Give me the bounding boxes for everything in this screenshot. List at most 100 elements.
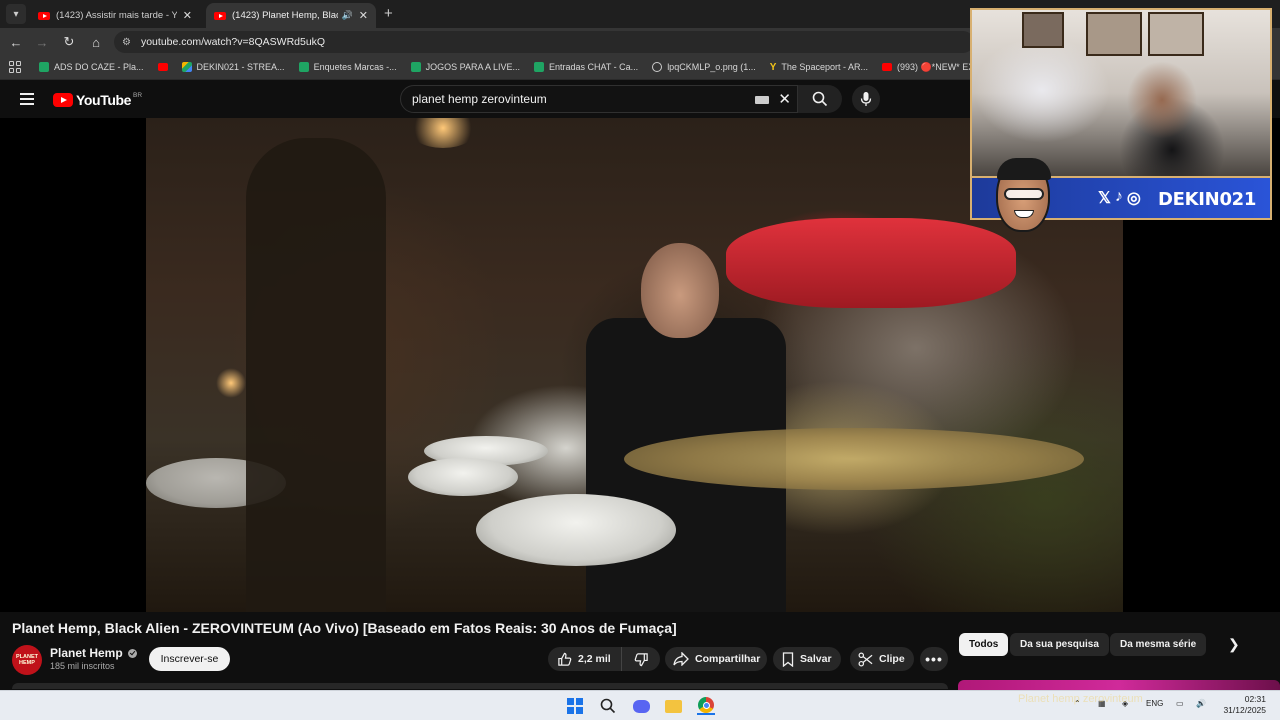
channel-name: Planet Hemp (50, 646, 123, 660)
glasses (1004, 188, 1044, 200)
dislike-button[interactable] (622, 647, 660, 671)
sheets-icon (39, 62, 49, 72)
thumbs-down-icon (634, 652, 648, 666)
verified-icon (127, 648, 137, 658)
region-code: BR (133, 92, 143, 99)
like-button[interactable]: 2,2 mil (548, 647, 622, 671)
url-bar[interactable]: ⚙ youtube.com/watch?v=8QASWRd5ukQ (114, 31, 974, 53)
chip-same-series[interactable]: Da mesma série (1110, 633, 1207, 656)
bookmark-item[interactable]: Entradas CHAT - Ca... (533, 62, 638, 72)
tab-title: (1423) Assistir mais tarde - You (56, 10, 177, 21)
bookmark-item[interactable]: lpqCKMLP_o.png (1... (652, 62, 756, 72)
thumbs-up-icon (558, 652, 572, 666)
microphone-icon (860, 92, 872, 106)
share-label: Compartilhar (695, 653, 761, 665)
drummer-head (641, 243, 719, 338)
youtube-play-icon (53, 93, 73, 107)
clip-button[interactable]: Clipe (850, 647, 914, 671)
site-settings-icon[interactable]: ⚙ (122, 37, 131, 48)
description-box[interactable] (12, 683, 948, 689)
windows-logo-icon (567, 698, 583, 714)
save-label: Salvar (800, 653, 832, 665)
browser-tab-watch-later[interactable]: (1423) Assistir mais tarde - You ✕ (30, 3, 200, 28)
menu-icon[interactable] (20, 93, 34, 108)
bookmark-item[interactable]: DEKIN021 - STREA... (181, 62, 285, 72)
tab-search-button[interactable]: ▾ (6, 4, 26, 24)
speaker-icon[interactable]: 🔊 (342, 10, 353, 21)
reload-icon[interactable]: ↻ (59, 32, 79, 52)
bookmark-item[interactable]: Y The Spaceport - AR... (769, 62, 868, 73)
related-video-thumbnail[interactable] (958, 680, 1280, 690)
sheets-icon (298, 62, 309, 72)
youtube-logo[interactable]: YouTube BR (53, 92, 142, 108)
save-button[interactable]: Salvar (773, 647, 841, 671)
sheets-icon (410, 62, 421, 72)
channel-avatar[interactable]: PLANET HEMP (12, 645, 42, 675)
ghost-overlay-text: Planet hemp zerovinteum (1018, 693, 1143, 705)
channel-name-link[interactable]: Planet Hemp (50, 646, 137, 660)
search-button[interactable] (798, 85, 842, 113)
clear-icon[interactable]: ✕ (778, 90, 791, 108)
new-tab-button[interactable]: + (384, 5, 393, 22)
system-clock[interactable]: 02:31 31/12/2025 (1212, 694, 1266, 716)
instagram-icon: ◎ (1126, 190, 1141, 207)
streamer-webcam-overlay: 𝕏 ♪ ◎ DEKIN021 (970, 8, 1272, 232)
start-button[interactable] (566, 697, 584, 715)
display-tray-icon[interactable]: ▭ (1176, 699, 1184, 708)
sheets-icon (533, 62, 544, 72)
wall-picture (1086, 12, 1142, 56)
wall-picture (1022, 12, 1064, 48)
discord-app[interactable] (632, 697, 650, 715)
search-taskbar-button[interactable] (599, 697, 617, 715)
subscribe-button[interactable]: Inscrever-se (149, 647, 230, 671)
share-button[interactable]: Compartilhar (665, 647, 767, 671)
bookmark-item[interactable] (157, 63, 168, 71)
clock-time: 02:31 (1244, 694, 1266, 704)
tiktok-icon: ♪ (1114, 188, 1123, 205)
back-arrow-icon[interactable]: ← (6, 32, 26, 52)
youtube-favicon-icon (214, 11, 226, 20)
chip-all[interactable]: Todos (959, 633, 1009, 656)
y-logo-icon: Y (769, 62, 777, 73)
stage-light (216, 368, 246, 398)
language-indicator[interactable]: ENG (1146, 699, 1163, 708)
tab-close-icon[interactable]: ✕ (359, 9, 368, 22)
chip-from-search[interactable]: Da sua pesquisa (1010, 633, 1109, 656)
globe-icon (652, 62, 663, 72)
video-title: Planet Hemp, Black Alien - ZEROVINTEUM (… (12, 620, 677, 636)
youtube-icon (881, 63, 892, 71)
search-input[interactable]: planet hemp zerovinteum ✕ (400, 85, 798, 113)
voice-search-button[interactable] (852, 85, 880, 113)
chrome-app[interactable] (697, 697, 715, 715)
browser-tab-planet-hemp[interactable]: (1423) Planet Hemp, Black A 🔊 ✕ (206, 3, 376, 28)
stage-light (408, 118, 478, 148)
foreground-person (246, 138, 386, 612)
home-icon[interactable]: ⌂ (86, 32, 106, 52)
apps-grid-icon[interactable] (9, 61, 21, 73)
smile (1014, 210, 1034, 218)
volume-icon[interactable]: 🔊 (1196, 699, 1206, 708)
keyboard-icon[interactable] (755, 96, 769, 104)
search-icon (600, 698, 616, 714)
cap (997, 158, 1051, 180)
more-actions-button[interactable]: ••• (920, 647, 948, 671)
streamer-handle: DEKIN021 (1158, 189, 1257, 210)
youtube-icon (157, 63, 168, 71)
bookmark-item[interactable]: JOGOS PARA A LIVE... (410, 62, 520, 72)
tambourine (726, 218, 1016, 308)
bookmark-item[interactable]: ADS DO CAZE - Pla... (39, 62, 144, 72)
scissors-icon (858, 652, 873, 666)
drive-icon (181, 62, 192, 72)
chevron-right-icon[interactable]: ❯ (1228, 636, 1240, 653)
bookmark-item[interactable]: Enquetes Marcas -... (298, 62, 397, 72)
discord-icon (632, 699, 650, 713)
chrome-icon (698, 697, 714, 713)
clip-label: Clipe (879, 653, 905, 665)
youtube-favicon-icon (38, 11, 50, 20)
forward-arrow-icon[interactable]: → (32, 32, 52, 52)
drum (476, 494, 676, 566)
file-explorer-app[interactable] (664, 697, 682, 715)
x-icon: 𝕏 (1098, 190, 1111, 207)
tab-close-icon[interactable]: ✕ (183, 9, 192, 22)
social-icons: 𝕏 ♪ ◎ (1098, 188, 1141, 208)
